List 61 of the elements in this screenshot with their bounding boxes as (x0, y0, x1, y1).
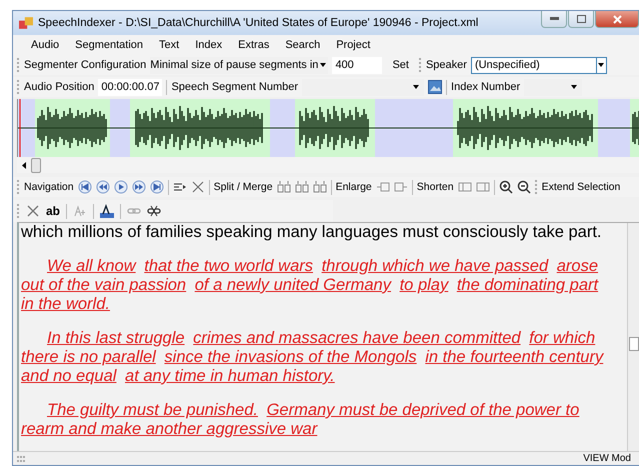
unlink-icon[interactable] (147, 204, 162, 218)
minimize-button[interactable] (541, 11, 567, 28)
caret-icon (413, 85, 420, 89)
toolbar-label: Speech Segment Number (171, 81, 298, 93)
transcript-paragraph: The guilty must be punished. Germany must be deprived of the power to rearm and make another aggressive war (21, 401, 580, 439)
transcript-paragraph: We all know that the two world wars through which we have passed arose out of the vain passion of a newly united Germany to play the dominating part in the world. (21, 257, 600, 314)
toolbar-label: Audio Position (24, 81, 94, 93)
scrollbar-thumb[interactable] (629, 337, 639, 351)
menu-item[interactable]: Text (151, 38, 188, 52)
merge-icon[interactable] (294, 180, 309, 194)
shorten-right-icon[interactable] (476, 180, 490, 194)
caret-icon (598, 63, 604, 67)
maximize-button[interactable] (568, 11, 594, 28)
toolbar-label: Split / Merge (214, 181, 273, 193)
speaker-combobox[interactable]: (Unspecified) (470, 56, 607, 74)
close-icon (612, 14, 622, 24)
last-icon[interactable] (150, 180, 164, 194)
toolbar-label: Segmenter Configuration (24, 59, 146, 71)
toolbar-label: Extend Selection (542, 181, 620, 193)
scrollbar-thumb[interactable] (31, 158, 41, 172)
menu-item[interactable]: Extras (230, 38, 278, 52)
menu-item[interactable]: Search (277, 38, 328, 52)
transcript-paragraph: In this last struggle crimes and massacres have been committed for which there is no parallel since the invasions of the Mongols in the fourteenth century and no equal at any time in human history. (21, 329, 605, 386)
caret-icon (320, 63, 326, 67)
enlarge-right-icon[interactable] (394, 180, 408, 194)
menu-item[interactable]: Segmentation (67, 38, 152, 52)
edit-text-button[interactable]: ab (46, 204, 60, 218)
picture-icon[interactable] (428, 80, 442, 94)
first-icon[interactable] (78, 180, 92, 194)
split-icon[interactable] (276, 180, 291, 194)
minimize-icon (550, 17, 558, 21)
toolbar-label: Enlarge (336, 181, 372, 193)
enlarge-left-icon[interactable] (376, 180, 390, 194)
join-icon[interactable] (312, 180, 327, 194)
close-icon[interactable] (26, 204, 40, 218)
rewind-icon[interactable] (96, 180, 110, 194)
position-field[interactable]: 00:00:00.07 (98, 78, 162, 96)
status-mode: VIEW Mod (583, 453, 631, 464)
fast-forward-icon[interactable] (132, 180, 146, 194)
toolbar-label: Index Number (451, 81, 520, 93)
window-title: SpeechIndexer - D:\SI_Data\Churchill\A 'United States of Europe' 190946 - Project.xml (38, 17, 478, 29)
menu-item[interactable]: Project (328, 38, 378, 52)
zoom-out-icon[interactable] (516, 180, 531, 194)
left-arrow-icon (22, 162, 26, 168)
caret-icon (571, 85, 578, 89)
menu-item[interactable]: Index (187, 38, 230, 52)
menu-item[interactable]: Audio (23, 38, 68, 52)
transcript-text: which millions of families speaking many languages must consciously take part. (21, 223, 603, 242)
close-button[interactable] (595, 11, 639, 28)
value-field[interactable]: 400 (332, 56, 382, 74)
app-icon (19, 16, 33, 30)
maximize-icon (576, 15, 586, 23)
zoom-in-icon[interactable] (498, 180, 513, 194)
font-color-icon[interactable] (100, 204, 114, 218)
toolbar-label: Shorten (416, 181, 454, 193)
set-button[interactable]: Set (386, 56, 415, 74)
toolbar-label: Navigation (24, 181, 74, 193)
play-icon[interactable] (114, 180, 128, 194)
waveform-drawing[interactable] (17, 99, 639, 157)
shorten-left-icon[interactable] (458, 180, 472, 194)
toolbar-label: Speaker (426, 59, 467, 71)
